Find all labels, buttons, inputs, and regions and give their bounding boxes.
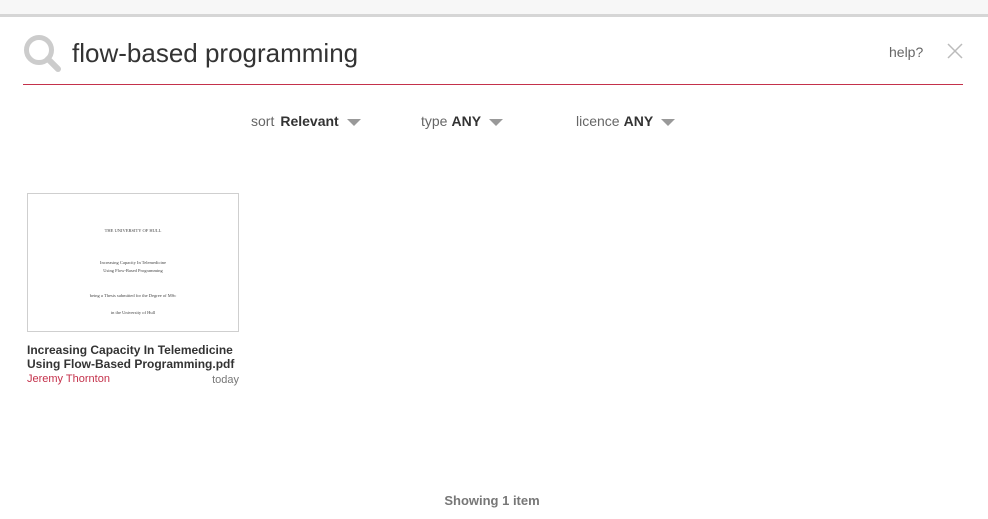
sort-label: sort	[251, 113, 275, 129]
filter-bar: sort Relevant type ANY licence ANY	[0, 113, 988, 133]
licence-label: licence	[576, 113, 620, 129]
chevron-down-icon	[346, 118, 361, 126]
type-value: ANY	[451, 113, 482, 129]
close-icon[interactable]	[947, 43, 963, 59]
help-link[interactable]: help?	[889, 44, 923, 60]
thumbnail-line: being a Thesis submitted for the Degree …	[89, 293, 177, 298]
thumbnail-line: Increasing Capacity In Telemedicine	[100, 260, 166, 265]
result-author[interactable]: Jeremy Thornton	[27, 373, 110, 385]
licence-value: ANY	[623, 113, 654, 129]
results-count: Showing 1 item	[444, 493, 540, 508]
type-dropdown[interactable]: type ANY	[421, 113, 504, 129]
result-date: today	[212, 374, 239, 386]
result-title[interactable]: Increasing Capacity In Telemedicine Usin…	[27, 343, 239, 371]
result-card[interactable]: THE UNIVERSITY OF HULL Increasing Capaci…	[27, 193, 239, 389]
licence-dropdown[interactable]: licence ANY	[576, 113, 676, 129]
thumbnail-line: in the University of Hull	[110, 310, 156, 315]
search-input[interactable]	[72, 34, 832, 72]
search-icon	[24, 35, 61, 72]
result-meta: Jeremy Thornton today	[27, 373, 239, 389]
search-bar: help?	[23, 30, 963, 85]
chevron-down-icon	[489, 118, 504, 126]
top-bar	[0, 0, 988, 17]
chevron-down-icon	[661, 118, 676, 126]
thumbnail-line: THE UNIVERSITY OF HULL	[104, 228, 162, 233]
type-label: type	[421, 113, 448, 129]
sort-dropdown[interactable]: sort Relevant	[251, 113, 361, 129]
thumbnail-line: Using Flow-Based Programming	[103, 268, 163, 273]
sort-value: Relevant	[280, 113, 339, 129]
document-thumbnail[interactable]: THE UNIVERSITY OF HULL Increasing Capaci…	[27, 193, 239, 332]
